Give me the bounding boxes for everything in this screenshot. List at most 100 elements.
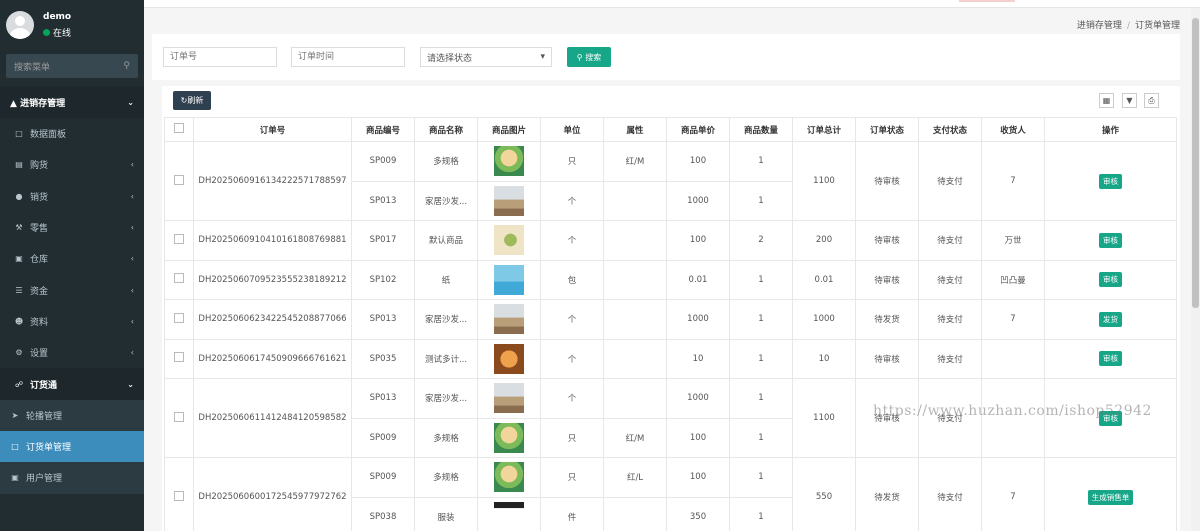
product-thumbnail[interactable] — [494, 501, 524, 531]
column-header[interactable]: 订单号 — [193, 117, 352, 142]
product-thumbnail[interactable] — [494, 264, 524, 295]
product-thumbnail[interactable] — [494, 343, 524, 374]
print-icon[interactable]: ⎙ — [1144, 93, 1159, 108]
order-action-button[interactable]: 发货 — [1099, 311, 1122, 327]
column-header[interactable]: 单位 — [540, 117, 604, 142]
order-action-button[interactable]: 生成销售单 — [1087, 489, 1134, 505]
menu-group-inventory[interactable]: ▲ 进销存管理 ⌄ — [0, 86, 144, 118]
sidebar-item-5[interactable]: ☰ 资金 ‹ — [0, 274, 144, 305]
column-header[interactable]: 商品数量 — [729, 117, 793, 142]
sidebar-item-7[interactable]: ⚙ 设置 ‹ — [0, 337, 144, 368]
sidebar-item-6[interactable]: ☻ 资料 ‹ — [0, 306, 144, 337]
page-scrollbar[interactable] — [1191, 8, 1200, 531]
row-checkbox[interactable] — [174, 312, 184, 323]
product-name: 家居沙发... — [414, 180, 478, 221]
order-no: DH20250609104101618087698​81 — [193, 220, 352, 261]
row-checkbox-cell — [164, 457, 194, 531]
table-row[interactable]: DH20250606234225452088770​66 SP013 家居沙发...… — [164, 299, 1177, 340]
scrollbar-thumb[interactable] — [1192, 18, 1199, 308]
column-header[interactable]: 支付状态 — [918, 117, 982, 142]
chevron-down-icon: ⌄ — [127, 97, 134, 107]
cogs-icon: ⚙ — [15, 348, 23, 358]
sidebar-item-3[interactable]: ⚒ 零售 ‹ — [0, 212, 144, 243]
product-name: 多规格 — [414, 141, 478, 182]
order-action-button[interactable]: 审核 — [1099, 173, 1122, 189]
product-image-cell — [477, 259, 541, 300]
column-header[interactable]: 操作 — [1044, 117, 1177, 142]
sidebar-item-user-manage[interactable]: ▣ 用户管理 — [0, 462, 144, 494]
sidebar-item-label: 零售 — [30, 224, 49, 235]
quantity: 1 — [729, 496, 793, 531]
search-icon[interactable]: ⚲ — [123, 61, 130, 71]
select-all-checkbox[interactable] — [174, 123, 184, 133]
row-checkbox[interactable] — [174, 174, 184, 185]
table-row[interactable]: DH20250609104101618087698​81 SP017 默认商品 个 10… — [164, 220, 1177, 261]
row-checkbox[interactable] — [174, 490, 184, 501]
unit-price: 100 — [666, 457, 730, 498]
order-total: 10 — [792, 338, 856, 379]
receiver: 7 — [981, 141, 1045, 221]
product-thumbnail[interactable] — [494, 462, 524, 493]
unit: 个 — [540, 378, 604, 419]
order-action-button[interactable]: 审核 — [1099, 351, 1122, 367]
row-checkbox[interactable] — [174, 273, 184, 284]
product-thumbnail[interactable] — [494, 304, 524, 335]
sidebar-item-0[interactable]: □ 数据面板 — [0, 118, 144, 149]
sidebar-item-label: 订货单管理 — [26, 443, 72, 454]
sidebar-item-carousel[interactable]: ➤ 轮播管理 — [0, 399, 144, 431]
column-header[interactable]: 收货人 — [981, 117, 1045, 142]
sidebar-item-label: 轮播管理 — [26, 411, 63, 422]
product-thumbnail[interactable] — [494, 185, 524, 216]
pay-status: 待支付 — [918, 220, 982, 261]
order-action-button[interactable]: 审核 — [1099, 232, 1122, 248]
product-thumbnail[interactable] — [494, 422, 524, 453]
column-header[interactable]: 商品单价 — [666, 117, 730, 142]
search-button[interactable]: ⚲ 搜索 — [567, 47, 611, 67]
order-action-button[interactable]: 审核 — [1099, 272, 1122, 288]
area-chart-icon: □ — [11, 442, 19, 452]
product-code: SP102 — [351, 259, 415, 300]
order-status: 待发货 — [855, 299, 919, 340]
chevron-left-icon: ‹ — [130, 160, 134, 170]
breadcrumb-parent[interactable]: 进销存管理 — [1077, 21, 1122, 31]
column-header[interactable]: 商品图片 — [477, 117, 541, 142]
sidebar-item-order-manage[interactable]: □ 订货单管理 — [0, 430, 144, 463]
column-header[interactable]: 订单状态 — [855, 117, 919, 142]
table-row[interactable]: DH20250609161342225717885​97 SP009 多规格 只红/M… — [164, 141, 1177, 221]
sidebar-item-1[interactable]: ▤ 购货 ‹ — [0, 149, 144, 180]
column-header[interactable]: 订单总计 — [792, 117, 856, 142]
sidebar-item-2[interactable]: ● 销货 ‹ — [0, 181, 144, 212]
product-code: SP013 — [351, 378, 415, 419]
refresh-icon: ↻ — [180, 96, 188, 105]
sidebar-item-4[interactable]: ▣ 仓库 ‹ — [0, 243, 144, 274]
pay-status: 待支付 — [918, 299, 982, 340]
order-no-input[interactable] — [163, 47, 277, 67]
action-cell: 审核 — [1044, 259, 1177, 300]
column-header[interactable]: 商品编号 — [351, 117, 415, 142]
table-row[interactable]: DH20250606174509096667616​21 SP035 测试多计...… — [164, 338, 1177, 379]
row-checkbox[interactable] — [174, 233, 184, 244]
product-image-cell — [477, 220, 541, 261]
refresh-button[interactable]: ↻ 刷新 — [173, 91, 211, 110]
row-checkbox-cell — [164, 259, 194, 300]
export-icon[interactable]: ▼ — [1122, 93, 1137, 108]
columns-toggle-icon[interactable]: ▦ — [1099, 93, 1114, 108]
product-thumbnail[interactable] — [494, 146, 524, 177]
menu-group-order[interactable]: ☍ 订货通 ⌄ — [0, 368, 144, 400]
order-no: DH20250607095235552381892​12 — [193, 259, 352, 300]
attribute: 红/M — [603, 141, 667, 182]
product-thumbnail[interactable] — [494, 383, 524, 414]
row-checkbox-cell — [164, 299, 194, 340]
row-checkbox[interactable] — [174, 352, 184, 363]
unit-price: 1000 — [666, 378, 730, 419]
status-select[interactable]: 请选择状态 ▾ — [420, 47, 552, 67]
column-header[interactable]: 商品名称 — [414, 117, 478, 142]
table-row[interactable]: DH20250606001725459779727​62 SP009 多规格 只红/L… — [164, 457, 1177, 531]
order-time-input[interactable] — [291, 47, 405, 67]
row-checkbox[interactable] — [174, 411, 184, 422]
product-thumbnail[interactable] — [494, 225, 524, 256]
table-row[interactable]: DH20250607095235552381892​12 SP102 纸 包 0.01 1… — [164, 259, 1177, 300]
column-header[interactable]: 属性 — [603, 117, 667, 142]
paper-plane-icon: ➤ — [11, 410, 19, 420]
menu-search-input[interactable]: 搜索菜单 ⚲ — [6, 54, 138, 78]
